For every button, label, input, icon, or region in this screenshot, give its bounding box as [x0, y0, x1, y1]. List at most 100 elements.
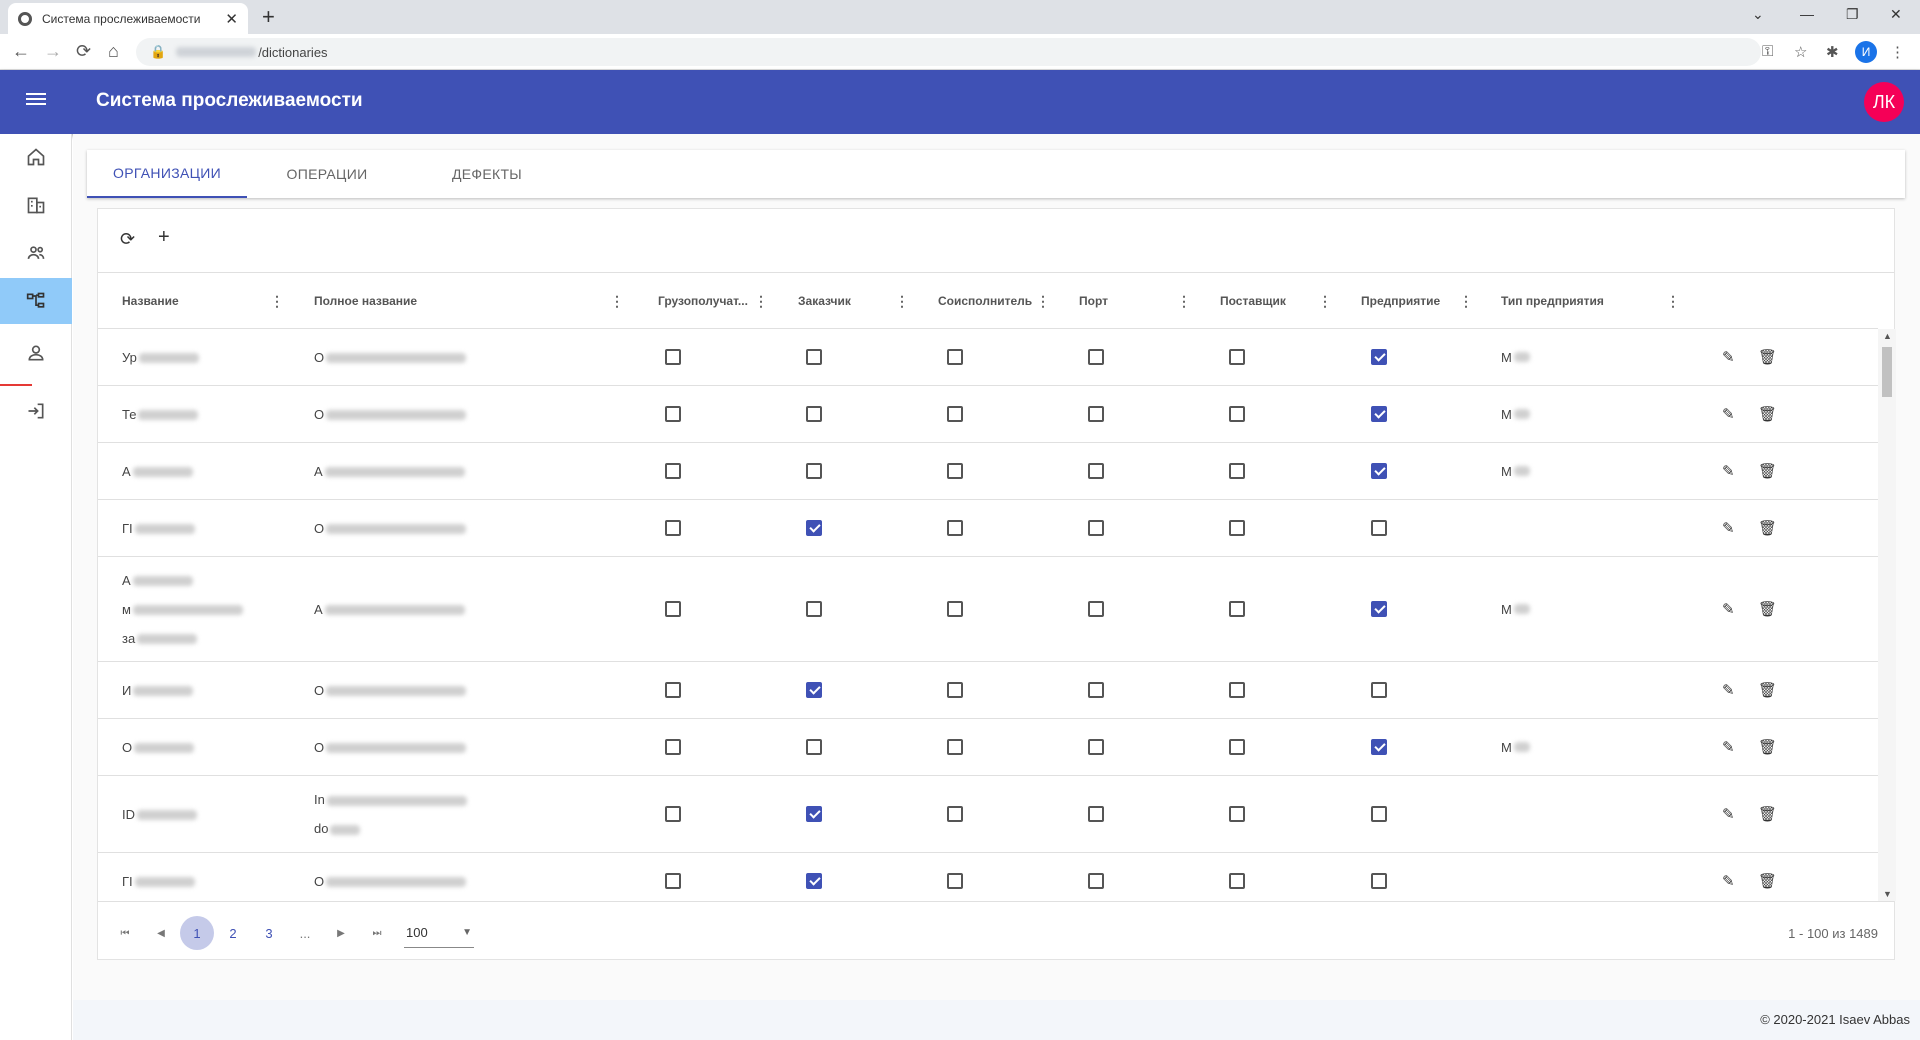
delete-icon[interactable]: 🗑 — [1758, 872, 1777, 890]
edit-icon[interactable]: ✎ — [1722, 405, 1735, 423]
checkbox[interactable] — [665, 601, 681, 617]
url-field[interactable]: 🔒 /dictionaries — [136, 38, 1761, 66]
table-row[interactable]: И О ✎ 🗑 — [98, 662, 1878, 719]
checkbox[interactable] — [1229, 873, 1245, 889]
delete-icon[interactable]: 🗑 — [1758, 738, 1777, 756]
checkbox[interactable] — [1229, 601, 1245, 617]
column-menu-icon[interactable]: ⋮ — [1459, 293, 1473, 310]
checkbox[interactable] — [1088, 873, 1104, 889]
profile-avatar[interactable]: И — [1855, 41, 1877, 63]
table-row[interactable]: ГІ О ✎ 🗑 — [98, 500, 1878, 557]
checkbox[interactable] — [1229, 406, 1245, 422]
checkbox[interactable] — [1229, 463, 1245, 479]
user-avatar[interactable]: ЛК — [1864, 82, 1904, 122]
column-menu-icon[interactable]: ⋮ — [1318, 293, 1332, 310]
minimize-button[interactable]: — — [1800, 6, 1814, 22]
extensions-icon[interactable]: ✱ — [1826, 43, 1839, 61]
delete-icon[interactable]: 🗑 — [1758, 405, 1777, 423]
column-header[interactable]: Соисполнитель — [938, 273, 1048, 329]
checkbox[interactable] — [1088, 601, 1104, 617]
checkbox[interactable] — [947, 601, 963, 617]
tab-organizations[interactable]: ОРГАНИЗАЦИИ — [87, 150, 247, 198]
table-row[interactable]: А А М ✎ 🗑 — [98, 443, 1878, 500]
browser-tab[interactable]: Система прослеживаемости ✕ — [8, 3, 248, 34]
edit-icon[interactable]: ✎ — [1722, 519, 1735, 537]
nav-buildings[interactable] — [0, 182, 72, 228]
checkbox[interactable] — [947, 463, 963, 479]
home-browser-icon[interactable]: ⌂ — [108, 41, 119, 62]
checkbox[interactable] — [1229, 682, 1245, 698]
checkbox[interactable] — [1088, 520, 1104, 536]
checkbox[interactable] — [1088, 806, 1104, 822]
checkbox[interactable] — [806, 349, 822, 365]
edit-icon[interactable]: ✎ — [1722, 872, 1735, 890]
checkbox[interactable] — [806, 406, 822, 422]
checkbox[interactable] — [665, 463, 681, 479]
checkbox[interactable] — [665, 739, 681, 755]
checkbox[interactable] — [806, 601, 822, 617]
page-size-select[interactable]: 100 ▼ — [404, 918, 474, 948]
checkbox[interactable] — [947, 406, 963, 422]
nav-profile[interactable] — [0, 330, 72, 376]
checkbox[interactable] — [806, 682, 822, 698]
browser-menu-icon[interactable]: ⋮ — [1890, 43, 1905, 61]
menu-icon[interactable] — [26, 90, 46, 110]
refresh-icon[interactable]: ⟳ — [120, 229, 135, 250]
checkbox[interactable] — [947, 682, 963, 698]
column-header[interactable]: Грузополучат... — [658, 273, 758, 329]
checkbox[interactable] — [1371, 406, 1387, 422]
checkbox[interactable] — [1088, 463, 1104, 479]
column-menu-icon[interactable]: ⋮ — [1177, 293, 1191, 310]
checkbox[interactable] — [1371, 463, 1387, 479]
column-header[interactable]: Название — [122, 273, 282, 329]
tab-defects[interactable]: ДЕФЕКТЫ — [407, 150, 567, 198]
column-header[interactable]: Полное название — [314, 273, 594, 329]
column-header[interactable]: Поставщик — [1220, 273, 1320, 329]
column-header[interactable]: Заказчик — [798, 273, 898, 329]
checkbox[interactable] — [1088, 739, 1104, 755]
column-menu-icon[interactable]: ⋮ — [1036, 293, 1050, 310]
checkbox[interactable] — [947, 739, 963, 755]
table-row[interactable]: Те О М ✎ 🗑 — [98, 386, 1878, 443]
grid-scrollbar[interactable]: ▲ ▼ — [1878, 329, 1896, 901]
column-header[interactable]: Порт — [1079, 273, 1179, 329]
forward-icon[interactable]: → — [44, 41, 62, 62]
next-page-icon[interactable]: ▶ — [324, 916, 358, 950]
column-header[interactable]: Тип предприятия — [1501, 273, 1661, 329]
checkbox[interactable] — [1371, 682, 1387, 698]
column-menu-icon[interactable]: ⋮ — [1666, 293, 1680, 310]
checkbox[interactable] — [1371, 873, 1387, 889]
delete-icon[interactable]: 🗑 — [1758, 462, 1777, 480]
last-page-icon[interactable]: ⏭ — [360, 916, 394, 950]
edit-icon[interactable]: ✎ — [1722, 738, 1735, 756]
delete-icon[interactable]: 🗑 — [1758, 805, 1777, 823]
checkbox[interactable] — [665, 873, 681, 889]
delete-icon[interactable]: 🗑 — [1758, 519, 1777, 537]
checkbox[interactable] — [665, 806, 681, 822]
nav-home[interactable] — [0, 134, 72, 180]
add-icon[interactable]: + — [158, 226, 170, 249]
table-row[interactable]: Ур О М ✎ 🗑 — [98, 329, 1878, 386]
checkbox[interactable] — [1371, 806, 1387, 822]
checkbox[interactable] — [1229, 520, 1245, 536]
checkbox[interactable] — [1229, 739, 1245, 755]
edit-icon[interactable]: ✎ — [1722, 681, 1735, 699]
prev-page-icon[interactable]: ◀ — [144, 916, 178, 950]
restore-button[interactable]: ❐ — [1846, 6, 1859, 23]
tab-search-icon[interactable]: ⌄ — [1752, 6, 1764, 23]
checkbox[interactable] — [806, 520, 822, 536]
checkbox[interactable] — [1371, 739, 1387, 755]
close-window-button[interactable]: ✕ — [1890, 6, 1902, 23]
page-button[interactable]: 2 — [216, 916, 250, 950]
delete-icon[interactable]: 🗑 — [1758, 681, 1777, 699]
star-icon[interactable]: ☆ — [1794, 43, 1807, 61]
checkbox[interactable] — [806, 873, 822, 889]
checkbox[interactable] — [665, 682, 681, 698]
edit-icon[interactable]: ✎ — [1722, 600, 1735, 618]
table-row[interactable]: ГІ О ✎ 🗑 — [98, 853, 1878, 901]
nav-hierarchy[interactable] — [0, 278, 72, 324]
checkbox[interactable] — [947, 806, 963, 822]
reload-icon[interactable]: ⟳ — [76, 41, 91, 62]
nav-people[interactable] — [0, 230, 72, 276]
page-ellipsis[interactable]: ... — [288, 916, 322, 950]
